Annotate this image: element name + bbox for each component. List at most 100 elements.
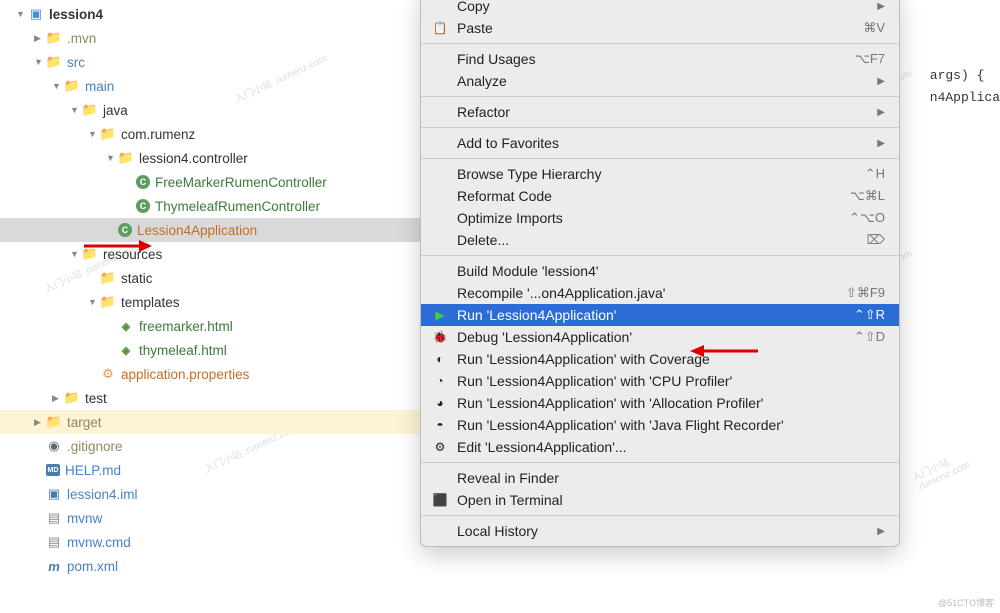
menu-item-run-flight-recorder[interactable]: ◓ Run 'Lession4Application' with 'Java F… xyxy=(421,414,899,436)
folder-icon: 📁 xyxy=(100,270,116,286)
tree-node-root[interactable]: ▼ ▣ lession4 xyxy=(0,2,420,26)
tree-node-mvnwcmd[interactable]: ▤ mvnw.cmd xyxy=(0,530,420,554)
editor-line: args) { xyxy=(930,65,1000,87)
chevron-right-icon[interactable]: ▶ xyxy=(34,33,44,44)
tree-node-controller-pkg[interactable]: ▼ 📁 lession4.controller xyxy=(0,146,420,170)
menu-label: Run 'Lession4Application' xyxy=(457,307,854,323)
menu-item-run-cpu-profiler[interactable]: ◔ Run 'Lession4Application' with 'CPU Pr… xyxy=(421,370,899,392)
menu-shortcut: ⌃⇧R xyxy=(854,307,885,323)
menu-item-run-coverage[interactable]: ◐ Run 'Lession4Application' with Coverag… xyxy=(421,348,899,370)
menu-label: Optimize Imports xyxy=(457,210,849,226)
tree-label: ThymeleafRumenController xyxy=(155,199,320,214)
menu-label: Local History xyxy=(457,523,877,539)
submenu-arrow-icon: ▶ xyxy=(877,526,885,537)
menu-item-reveal-finder[interactable]: Reveal in Finder xyxy=(421,467,899,489)
menu-separator xyxy=(421,127,899,128)
tree-node-properties[interactable]: ⚙ application.properties xyxy=(0,362,420,386)
tree-label: HELP.md xyxy=(65,463,121,478)
menu-item-edit-config[interactable]: ⚙ Edit 'Lession4Application'... xyxy=(421,436,899,458)
tree-node-mvnw[interactable]: ▤ mvnw xyxy=(0,506,420,530)
class-icon: C xyxy=(136,175,150,189)
menu-item-paste[interactable]: 📋 Paste ⌘V xyxy=(421,17,899,39)
tree-label: lession4.iml xyxy=(67,487,138,502)
tree-node-html[interactable]: ◈ thymeleaf.html xyxy=(0,338,420,362)
folder-icon: 📁 xyxy=(100,294,116,310)
tree-node-html[interactable]: ◈ freemarker.html xyxy=(0,314,420,338)
tree-node-class[interactable]: C ThymeleafRumenController xyxy=(0,194,420,218)
tree-node-resources[interactable]: ▼ 📁 resources xyxy=(0,242,420,266)
menu-label: Find Usages xyxy=(457,51,855,67)
menu-item-optimize-imports[interactable]: Optimize Imports ⌃⌥O xyxy=(421,207,899,229)
watermark: 入门小站 .rumenz.com xyxy=(909,432,1000,494)
chevron-down-icon[interactable]: ▼ xyxy=(34,57,44,67)
chevron-right-icon[interactable]: ▶ xyxy=(52,393,62,404)
menu-item-run-allocation-profiler[interactable]: ◕ Run 'Lession4Application' with 'Alloca… xyxy=(421,392,899,414)
tree-node-gitignore[interactable]: ◉ .gitignore xyxy=(0,434,420,458)
file-icon: ▤ xyxy=(46,510,62,526)
menu-item-open-terminal[interactable]: ⬛ Open in Terminal xyxy=(421,489,899,511)
tree-node-test[interactable]: ▶ 📁 test xyxy=(0,386,420,410)
menu-item-reformat[interactable]: Reformat Code ⌥⌘L xyxy=(421,185,899,207)
chevron-down-icon[interactable]: ▼ xyxy=(52,81,62,91)
menu-item-build-module[interactable]: Build Module 'lession4' xyxy=(421,260,899,282)
folder-icon: 📁 xyxy=(64,390,80,406)
menu-item-find-usages[interactable]: Find Usages ⌥F7 xyxy=(421,48,899,70)
menu-separator xyxy=(421,462,899,463)
tree-node-templates[interactable]: ▼ 📁 templates xyxy=(0,290,420,314)
submenu-arrow-icon: ▶ xyxy=(877,1,885,12)
menu-item-delete[interactable]: Delete... ⌦ xyxy=(421,229,899,251)
tree-node-package[interactable]: ▼ 📁 com.rumenz xyxy=(0,122,420,146)
tree-node-class[interactable]: C FreeMarkerRumenController xyxy=(0,170,420,194)
menu-item-recompile[interactable]: Recompile '...on4Application.java' ⇧⌘F9 xyxy=(421,282,899,304)
chevron-right-icon[interactable]: ▶ xyxy=(34,417,44,428)
menu-label: Paste xyxy=(457,20,863,36)
folder-icon: 📁 xyxy=(46,30,62,46)
tree-label: resources xyxy=(103,247,162,262)
tree-node-java[interactable]: ▼ 📁 java xyxy=(0,98,420,122)
blank-icon xyxy=(431,232,449,248)
menu-label: Debug 'Lession4Application' xyxy=(457,329,854,345)
menu-item-favorites[interactable]: Add to Favorites ▶ xyxy=(421,132,899,154)
chevron-down-icon[interactable]: ▼ xyxy=(88,297,98,307)
menu-item-browse-hierarchy[interactable]: Browse Type Hierarchy ⌃H xyxy=(421,163,899,185)
tree-node-application[interactable]: C Lession4Application xyxy=(0,218,420,242)
context-menu: Copy ▶ 📋 Paste ⌘V Find Usages ⌥F7 Analyz… xyxy=(420,0,900,547)
menu-separator xyxy=(421,96,899,97)
editor-snippet: args) { n4Applica xyxy=(930,65,1000,109)
tree-label: lession4.controller xyxy=(139,151,248,166)
tree-label: target xyxy=(67,415,102,430)
menu-item-debug[interactable]: 🐞 Debug 'Lession4Application' ⌃⇧D xyxy=(421,326,899,348)
file-icon: ▤ xyxy=(46,534,62,550)
chevron-down-icon[interactable]: ▼ xyxy=(70,105,80,115)
chevron-down-icon[interactable]: ▼ xyxy=(106,153,116,163)
module-icon: ▣ xyxy=(28,6,44,22)
chevron-down-icon[interactable]: ▼ xyxy=(16,9,26,19)
chevron-down-icon[interactable]: ▼ xyxy=(88,129,98,139)
tree-node-help[interactable]: MD HELP.md xyxy=(0,458,420,482)
menu-item-refactor[interactable]: Refactor ▶ xyxy=(421,101,899,123)
tree-node-static[interactable]: 📁 static xyxy=(0,266,420,290)
menu-item-copy[interactable]: Copy ▶ xyxy=(421,0,899,17)
tree-label: application.properties xyxy=(121,367,249,382)
tree-node-main[interactable]: ▼ 📁 main xyxy=(0,74,420,98)
menu-item-run[interactable]: ▶ Run 'Lession4Application' ⌃⇧R xyxy=(421,304,899,326)
tree-node-src[interactable]: ▼ 📁 src xyxy=(0,50,420,74)
menu-label: Copy xyxy=(457,0,877,14)
blank-icon xyxy=(431,135,449,151)
tree-node-pom[interactable]: m pom.xml xyxy=(0,554,420,578)
menu-label: Reveal in Finder xyxy=(457,470,885,486)
package-icon: 📁 xyxy=(118,150,134,166)
tree-label: test xyxy=(85,391,107,406)
project-tree[interactable]: ▼ ▣ lession4 ▶ 📁 .mvn ▼ 📁 src ▼ 📁 main ▼… xyxy=(0,0,420,578)
tree-label: freemarker.html xyxy=(139,319,233,334)
tree-node-iml[interactable]: ▣ lession4.iml xyxy=(0,482,420,506)
tree-node-mvn[interactable]: ▶ 📁 .mvn xyxy=(0,26,420,50)
menu-item-local-history[interactable]: Local History ▶ xyxy=(421,520,899,542)
chevron-down-icon[interactable]: ▼ xyxy=(70,249,80,259)
class-icon: C xyxy=(136,199,150,213)
blank-icon xyxy=(431,210,449,226)
menu-label: Build Module 'lession4' xyxy=(457,263,885,279)
menu-item-analyze[interactable]: Analyze ▶ xyxy=(421,70,899,92)
menu-separator xyxy=(421,43,899,44)
tree-node-target[interactable]: ▶ 📁 target xyxy=(0,410,420,434)
